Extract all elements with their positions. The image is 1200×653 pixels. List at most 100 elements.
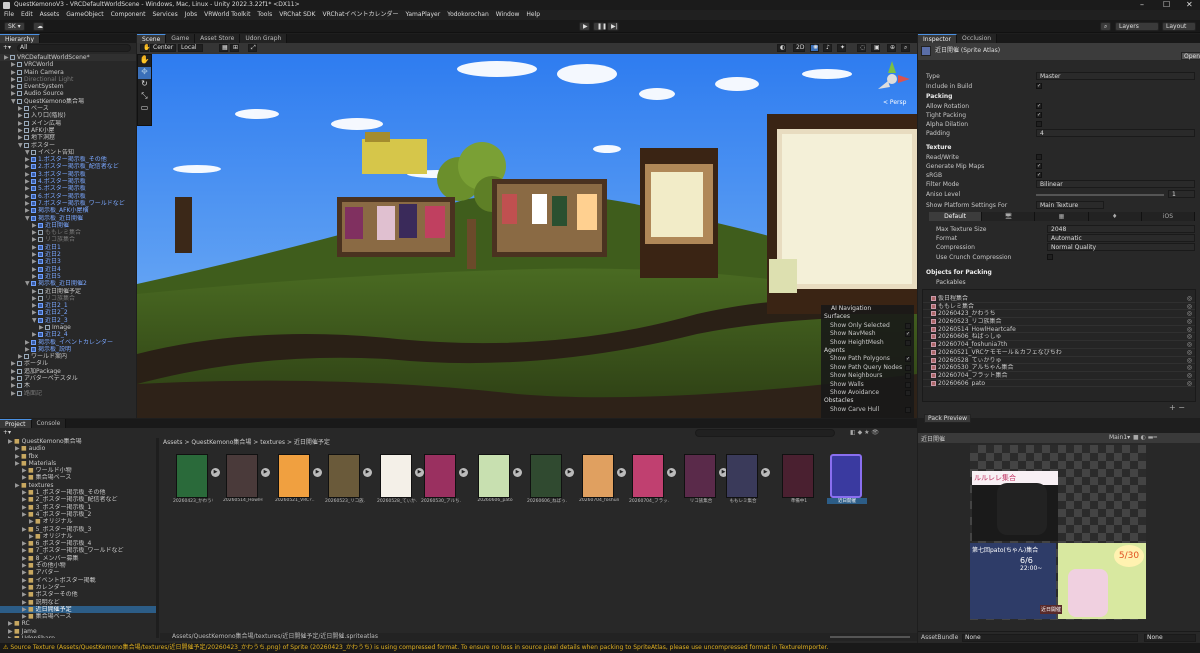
maximize-button[interactable]: ☐: [1163, 0, 1170, 10]
folder-item[interactable]: ▶■ ポスターその他: [0, 591, 156, 598]
asset-item[interactable]: 20260606_pato ▶: [477, 454, 522, 506]
create-icon[interactable]: +▾: [3, 429, 11, 436]
hierarchy-row[interactable]: ▶ EventSystem: [0, 83, 136, 90]
hierarchy-row[interactable]: ▶ ももレミ集合: [0, 229, 136, 236]
object-picker-icon[interactable]: ◎: [1187, 372, 1192, 379]
menu-item[interactable]: Yodokorochan: [447, 10, 489, 20]
folder-item[interactable]: ▶■UdonSharp: [0, 635, 156, 638]
expand-sprites-icon[interactable]: ▶: [211, 468, 220, 477]
hierarchy-row[interactable]: ▶ 1.ポスター掲示板_その他: [0, 156, 136, 163]
hierarchy-row[interactable]: ▶ 近日5: [0, 273, 136, 280]
folder-item[interactable]: ▶■ 7_ポスター掲示板_ワールドなど: [0, 547, 156, 554]
scale-tool-icon[interactable]: ⤡: [138, 91, 151, 103]
menu-item[interactable]: VRChat SDK: [279, 10, 315, 20]
pause-button[interactable]: ❚❚: [593, 22, 607, 31]
field-checkbox[interactable]: ✓: [1036, 172, 1042, 178]
hierarchy-row[interactable]: ▶ ベース: [0, 105, 136, 112]
packable-item[interactable]: 20260606_ねばっしゅ ◎: [923, 333, 1195, 342]
hierarchy-row[interactable]: ▼ イベント告知: [0, 149, 136, 156]
add-packable-button[interactable]: + −: [1169, 403, 1185, 412]
nav-option-checkbox[interactable]: [905, 406, 911, 413]
surfaces-header[interactable]: Surfaces: [821, 313, 914, 321]
expand-sprites-icon[interactable]: ▶: [261, 468, 270, 477]
folder-item[interactable]: ▶■ 2_ポスター掲示板_配信者など: [0, 496, 156, 503]
tab-game[interactable]: Game: [166, 34, 196, 43]
packable-item[interactable]: 20260530_アルちゃん集合 ◎: [923, 364, 1195, 372]
hierarchy-row[interactable]: ▶ 5.ポスター掲示板: [0, 185, 136, 192]
field-dropdown[interactable]: 2048: [1047, 225, 1195, 233]
asset-item[interactable]: 準備中1: [782, 454, 816, 506]
asset-item[interactable]: ももレミ集合 ▶: [726, 454, 770, 506]
menu-item[interactable]: Assets: [40, 10, 60, 20]
breadcrumb-item[interactable]: Assets: [163, 439, 183, 446]
nav-option-checkbox[interactable]: [905, 381, 911, 388]
hierarchy-row[interactable]: ▼ 掲示板_近日開催2: [0, 280, 136, 287]
field-checkbox[interactable]: ✓: [1036, 103, 1042, 109]
nav-option-checkbox[interactable]: [905, 373, 911, 380]
object-picker-icon[interactable]: ◎: [1187, 349, 1192, 356]
hierarchy-row[interactable]: ▶ 掲示板_AFK小屋横: [0, 207, 136, 214]
play-button[interactable]: ▶: [579, 22, 590, 31]
platform-tab[interactable]: ♦: [1089, 212, 1142, 221]
object-picker-icon[interactable]: ◎: [1187, 341, 1192, 348]
nav-option-row[interactable]: Show Neighbours: [821, 372, 914, 380]
object-picker-icon[interactable]: ◎: [1187, 310, 1192, 317]
hierarchy-row[interactable]: ▶ リコ族集合: [0, 236, 136, 243]
nav-option-checkbox[interactable]: ✓: [905, 356, 911, 363]
packable-item[interactable]: 仮日程集合 ◎: [923, 295, 1195, 303]
aniso-slider[interactable]: [1036, 194, 1164, 196]
search-icon[interactable]: ⌕: [1100, 22, 1111, 31]
asset-item[interactable]: 近日開催: [827, 454, 867, 506]
asset-item[interactable]: 20260528_てぃか... ▶: [377, 454, 424, 506]
packable-item[interactable]: 20260523_リコ族集合 ◎: [923, 318, 1195, 326]
hand-tool-icon[interactable]: ✋: [140, 44, 150, 52]
nav-option-row[interactable]: Show Walls: [821, 381, 914, 389]
tab-console[interactable]: Console: [31, 419, 67, 428]
packable-item[interactable]: 20260514_HowlHeartcafe ◎: [923, 326, 1195, 334]
obstacles-header[interactable]: Obstacles: [821, 397, 914, 405]
tab-hierarchy[interactable]: Hierarchy: [0, 34, 41, 43]
step-button[interactable]: ▶|: [607, 22, 619, 31]
rotate-tool-icon[interactable]: ↻: [138, 79, 151, 91]
folder-item[interactable]: ▶■ 4_ポスター掲示板_2: [0, 511, 156, 518]
hierarchy-row[interactable]: ▶ 近日開催: [0, 222, 136, 229]
asset-item[interactable]: 20260514_HowlH... ▶: [223, 454, 270, 506]
menu-item[interactable]: Window: [496, 10, 520, 20]
aniso-value[interactable]: 1: [1168, 190, 1195, 198]
nav-option-row[interactable]: Show Avoidance: [821, 389, 914, 397]
folder-item[interactable]: ▶■ 1_ポスター掲示板_その他: [0, 489, 156, 496]
packable-item[interactable]: 20260423_かわうち ◎: [923, 310, 1195, 319]
hierarchy-row[interactable]: ▶ アバターペデスタル: [0, 375, 136, 382]
persp-label[interactable]: < Persp: [883, 99, 906, 106]
effects-icon[interactable]: ✦: [837, 44, 846, 52]
object-picker-icon[interactable]: ◎: [1187, 318, 1192, 325]
shading-icon[interactable]: ◐: [777, 44, 786, 52]
expand-sprites-icon[interactable]: ▶: [313, 468, 322, 477]
nav-option-checkbox[interactable]: ✓: [905, 331, 911, 338]
hierarchy-row[interactable]: ▶ 近日4: [0, 266, 136, 273]
assetbundle-dropdown[interactable]: None: [962, 634, 1138, 642]
nav-option-row[interactable]: Show Path Polygons ✓: [821, 355, 914, 363]
hierarchy-row[interactable]: ▶ AFK小屋: [0, 127, 136, 134]
breadcrumb-item[interactable]: 近日開催予定: [294, 439, 330, 446]
menu-item[interactable]: Jobs: [185, 10, 197, 20]
hierarchy-row[interactable]: ▶ 追加Package: [0, 368, 136, 375]
agents-header[interactable]: Agents: [821, 347, 914, 355]
assetbundle-variant-dropdown[interactable]: None: [1144, 634, 1196, 642]
hierarchy-row[interactable]: ▶ 路面記: [0, 390, 136, 397]
folder-item[interactable]: ▶■ 3_ポスター掲示板_1: [0, 504, 156, 511]
packable-item[interactable]: 20260528_てぃかりゅ ◎: [923, 357, 1195, 365]
tab-project[interactable]: Project: [0, 419, 32, 428]
folder-item[interactable]: ▶■ アバター: [0, 569, 156, 576]
folder-item[interactable]: ▶■ 近日開催予定: [0, 605, 156, 614]
filter-icon[interactable]: ◧ ◆ ★ 👁: [850, 429, 879, 436]
field-dropdown[interactable]: Automatic: [1047, 234, 1195, 242]
scene-viewport[interactable]: ✋ ✥ ↻ ⤡ ▭ < Persp: [137, 54, 917, 418]
object-picker-icon[interactable]: ◎: [1187, 357, 1192, 364]
menu-item[interactable]: Edit: [21, 10, 33, 20]
scale-icon[interactable]: ⤢: [248, 44, 257, 52]
field-dropdown[interactable]: 4: [1036, 129, 1195, 137]
hierarchy-row[interactable]: ▶ 近日2: [0, 251, 136, 258]
nav-option-row[interactable]: Show HeightMesh: [821, 339, 914, 347]
asset-item[interactable]: 20260521_VRC?... ▶: [275, 454, 322, 506]
